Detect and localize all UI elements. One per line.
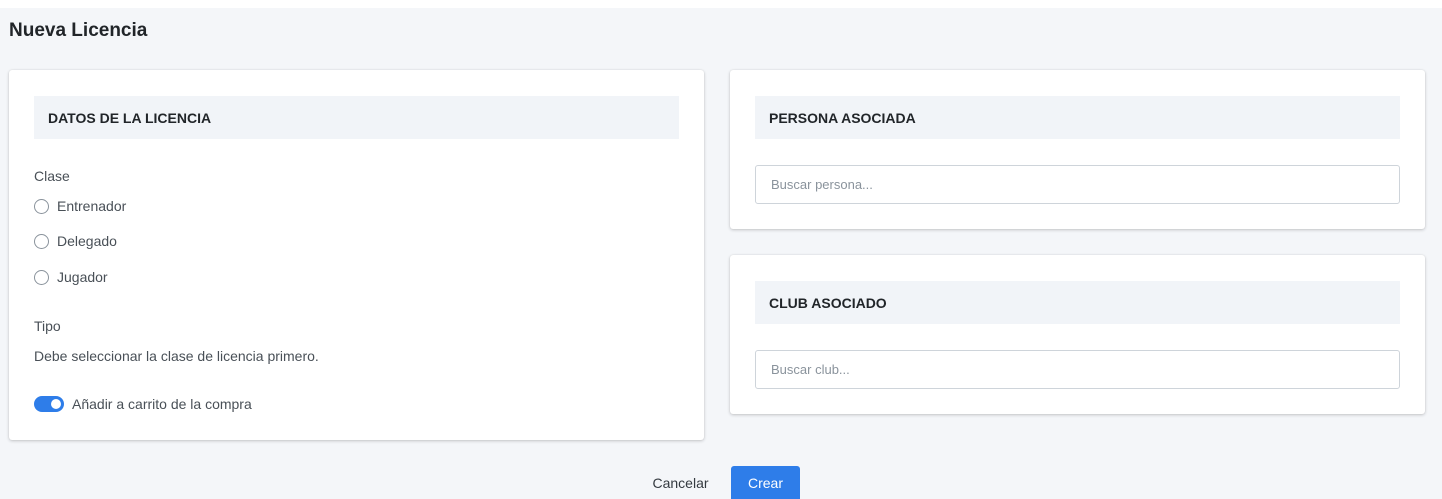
page-title: Nueva Licencia	[9, 20, 148, 41]
radio-jugador[interactable]: Jugador	[34, 269, 108, 285]
club-search-input[interactable]	[755, 350, 1400, 389]
toggle-knob	[51, 399, 61, 409]
radio-circle-jugador[interactable]	[34, 269, 49, 285]
radio-label-entrenador: Entrenador	[57, 198, 127, 214]
tipo-label: Tipo	[34, 318, 61, 334]
cart-toggle-switch[interactable]	[34, 396, 64, 412]
radio-circle-delegado[interactable]	[34, 233, 49, 249]
associated-person-card: PERSONA ASOCIADA	[730, 70, 1425, 229]
licence-data-header-text: DATOS DE LA LICENCIA	[48, 109, 212, 126]
licence-data-header: DATOS DE LA LICENCIA	[34, 96, 679, 139]
licence-data-card: DATOS DE LA LICENCIA Clase Entrenador De…	[9, 70, 704, 440]
radio-circle-entrenador[interactable]	[34, 198, 49, 214]
cancel-button[interactable]: Cancelar	[638, 466, 723, 499]
associated-club-header: CLUB ASOCIADO	[755, 281, 1400, 324]
tipo-help-text: Debe seleccionar la clase de licencia pr…	[34, 348, 319, 364]
radio-label-jugador: Jugador	[57, 269, 108, 285]
radio-delegado[interactable]: Delegado	[34, 233, 117, 249]
person-search-input[interactable]	[755, 165, 1400, 204]
create-button[interactable]: Crear	[731, 466, 800, 499]
associated-person-header-text: PERSONA ASOCIADA	[769, 109, 916, 126]
clase-label: Clase	[34, 168, 70, 184]
radio-entrenador[interactable]: Entrenador	[34, 198, 126, 214]
associated-club-header-text: CLUB ASOCIADO	[769, 294, 887, 311]
page-background: Nueva Licencia DATOS DE LA LICENCIA Clas…	[0, 8, 1442, 499]
cart-toggle-label: Añadir a carrito de la compra	[72, 396, 252, 412]
cart-toggle-row[interactable]: Añadir a carrito de la compra	[34, 396, 252, 412]
radio-label-delegado: Delegado	[57, 233, 117, 249]
associated-club-card: CLUB ASOCIADO	[730, 255, 1425, 414]
associated-person-header: PERSONA ASOCIADA	[755, 96, 1400, 139]
